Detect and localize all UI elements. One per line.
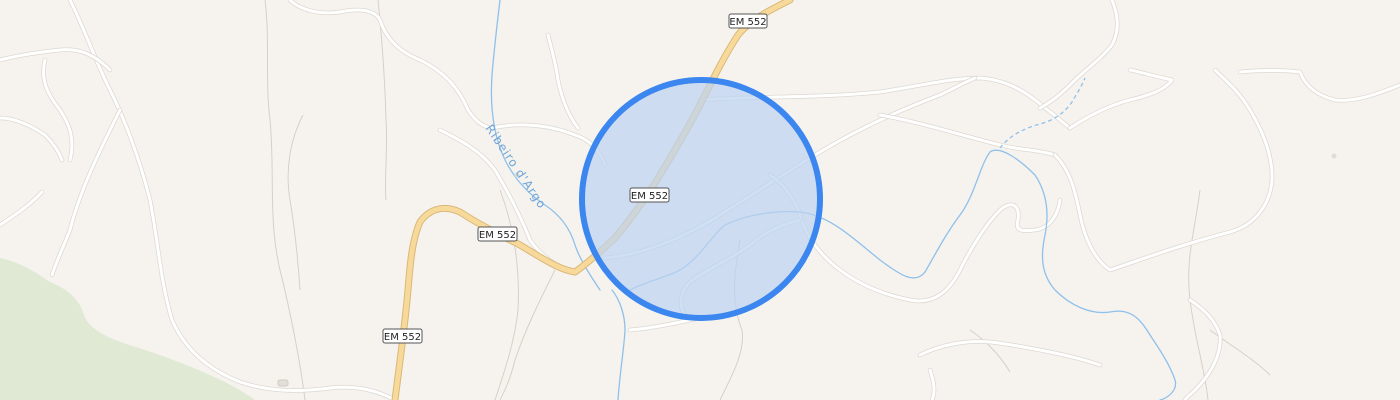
location-accuracy-circle[interactable]	[579, 77, 823, 321]
road-shield-top: EM 552	[728, 13, 768, 29]
road-shield-bottom: EM 552	[382, 328, 423, 344]
road-label-left: EM 552	[479, 230, 516, 241]
point-marker	[1331, 153, 1337, 159]
map-canvas[interactable]: Ribeiro d'Argo EM 552 EM 552 EM 552 EM 5…	[0, 0, 1400, 400]
road-label-top: EM 552	[729, 17, 766, 28]
road-label-center: EM 552	[631, 191, 668, 202]
road-shield-left: EM 552	[477, 226, 518, 242]
building-marker	[277, 379, 289, 387]
road-label-bottom: EM 552	[384, 332, 421, 343]
road-shield-center: EM 552	[629, 187, 670, 203]
